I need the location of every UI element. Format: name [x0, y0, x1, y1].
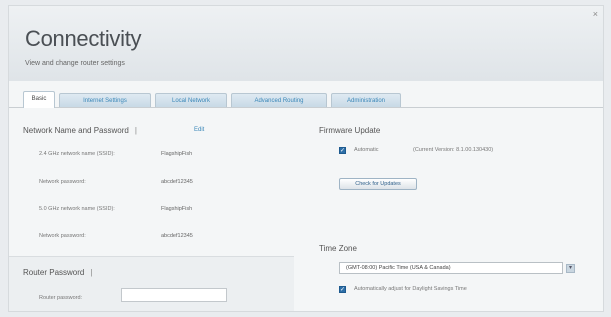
password-24-label: Network password: [39, 179, 86, 185]
edit-link[interactable]: Edit [194, 127, 204, 133]
info-icon[interactable]: | [90, 268, 92, 277]
timezone-dropdown-icon[interactable]: ▾ [566, 264, 575, 273]
timezone-section-title: Time Zone [319, 244, 357, 253]
ssid-5-value: FlagshipFish [161, 206, 193, 212]
router-password-area [9, 256, 294, 311]
dst-label: Automatically adjust for Daylight Saving… [354, 286, 467, 292]
ssid-24-value: FlagshipFish [161, 151, 193, 157]
firmware-section-title: Firmware Update [319, 126, 381, 135]
tab-local-network[interactable]: Local Network [155, 93, 227, 107]
tab-administration[interactable]: Administration [331, 93, 401, 107]
password-5-value: abcdef12345 [161, 233, 193, 239]
dst-checkbox[interactable]: ✓ [339, 286, 346, 293]
router-password-label: Router password: [39, 295, 83, 301]
network-title-text: Network Name and Password [23, 126, 129, 135]
ssid-24-label: 2.4 GHz network name (SSID): [39, 151, 115, 157]
automatic-label: Automatic [354, 147, 379, 153]
header: × Connectivity View and change router se… [9, 6, 603, 81]
automatic-checkbox[interactable]: ✓ [339, 147, 346, 154]
password-5-label: Network password: [39, 233, 86, 239]
divider [9, 256, 294, 257]
close-icon[interactable]: × [593, 9, 598, 19]
router-password-input[interactable] [121, 288, 227, 302]
router-password-title: Router Password | [23, 268, 92, 277]
info-icon[interactable]: | [135, 126, 137, 135]
router-password-title-text: Router Password [23, 268, 85, 277]
network-section-title: Network Name and Password | [23, 126, 137, 135]
connectivity-panel: × Connectivity View and change router se… [8, 5, 604, 312]
check-updates-button[interactable]: Check for Updates [339, 178, 417, 190]
timezone-select[interactable]: (GMT-08:00) Pacific Time (USA & Canada) [339, 262, 563, 274]
password-24-value: abcdef12345 [161, 179, 193, 185]
current-version: (Current Version: 8.1.00.130430) [413, 147, 494, 153]
tab-internet-settings[interactable]: Internet Settings [59, 93, 151, 107]
tab-basic[interactable]: Basic [23, 91, 55, 108]
page-title: Connectivity [25, 26, 142, 51]
tab-advanced-routing[interactable]: Advanced Routing [231, 93, 327, 107]
page-subtitle: View and change router settings [25, 60, 125, 67]
ssid-5-label: 5.0 GHz network name (SSID): [39, 206, 115, 212]
tab-bar: Basic Internet Settings Local Network Ad… [9, 89, 603, 108]
